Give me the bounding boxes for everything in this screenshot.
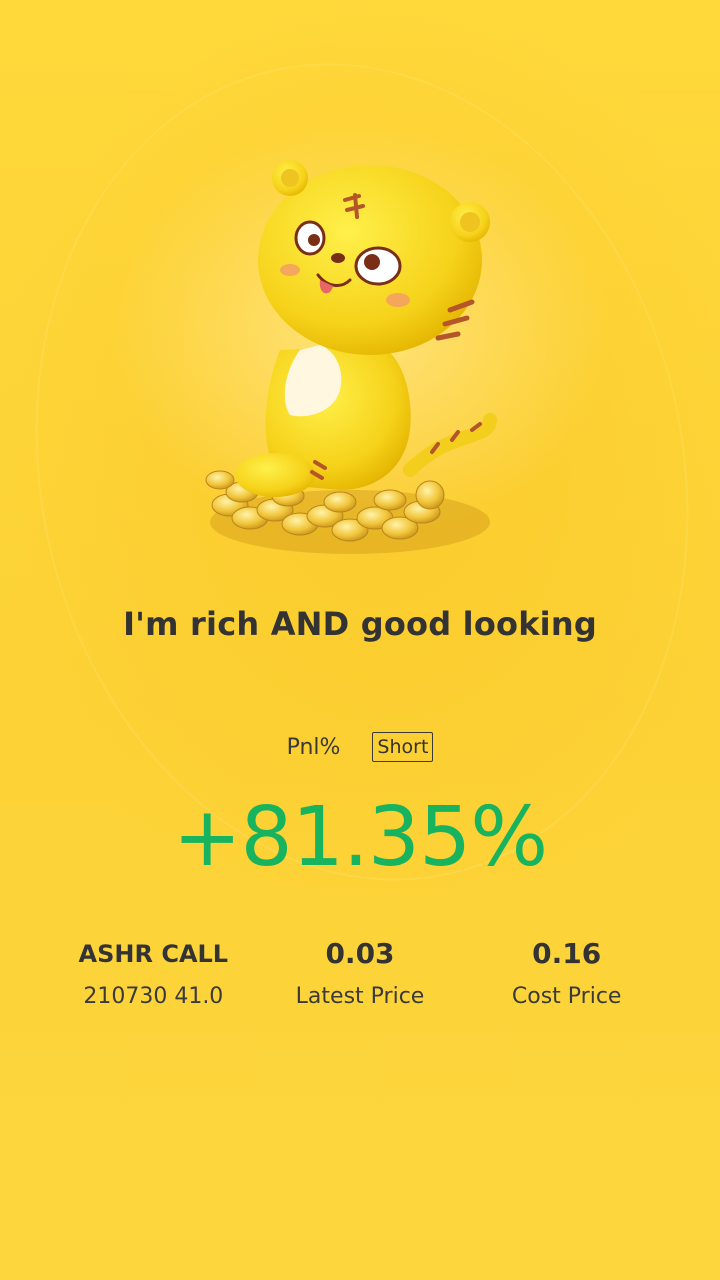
tiger-mascot-on-coins-icon [205, 160, 497, 554]
position-direction-badge: Short [372, 732, 434, 762]
slogan-text: I'm rich AND good looking [123, 605, 597, 643]
position-stats: ASHR CALL 210730 41.0 0.03 Latest Price … [50, 936, 670, 1009]
contract-detail: 210730 41.0 [83, 984, 224, 1009]
symbol-name: ASHR CALL [78, 940, 229, 968]
latest-price-label: Latest Price [295, 984, 425, 1009]
pnl-percentage-value: +81.35% [172, 790, 548, 885]
pnl-label: Pnl% [286, 734, 341, 760]
stat-cost-price: 0.16 Cost Price [463, 936, 670, 1009]
cost-price-value: 0.16 [532, 937, 602, 970]
cost-price-label: Cost Price [511, 984, 622, 1009]
pnl-header: Pnl% Short [0, 732, 720, 762]
stat-latest-price: 0.03 Latest Price [257, 936, 464, 1009]
latest-price-value: 0.03 [325, 937, 395, 970]
stat-symbol: ASHR CALL 210730 41.0 [50, 936, 257, 1009]
